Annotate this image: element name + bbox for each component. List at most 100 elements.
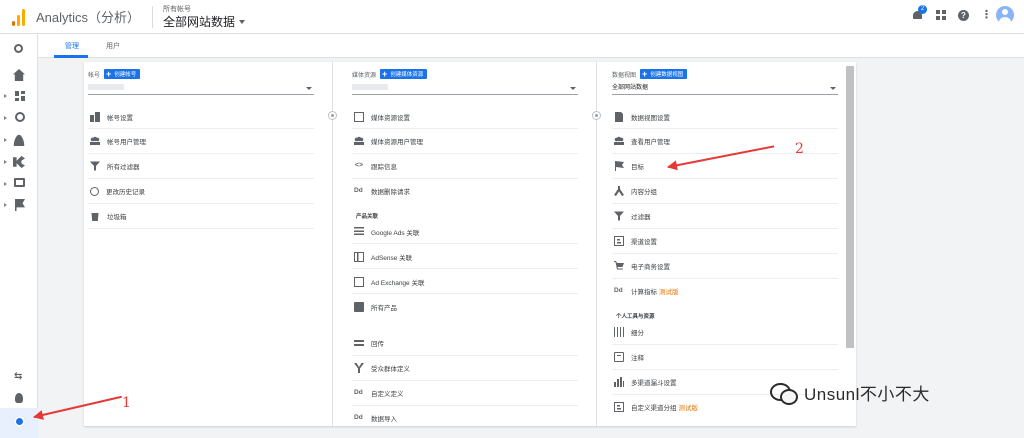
divider (88, 128, 314, 129)
divider (88, 153, 314, 154)
content-grouping-item[interactable]: 内容分组 (614, 184, 836, 198)
view-label: 数据视图 (612, 72, 637, 79)
expand-arrow-icon[interactable] (4, 182, 7, 186)
property-select[interactable] (352, 84, 578, 95)
expand-arrow-icon[interactable] (4, 94, 7, 98)
divider (612, 203, 838, 204)
expand-arrow-icon[interactable] (4, 116, 7, 120)
account-picker-value: 全部网站数据 (163, 16, 246, 28)
segments-icon (614, 327, 624, 337)
behavior-icon[interactable] (14, 178, 25, 187)
property-user-management-item[interactable]: 媒体资源用户管理 (354, 134, 576, 148)
view-filters-item[interactable]: 过滤器 (614, 209, 836, 223)
help-icon[interactable]: ? (958, 9, 969, 21)
account-user-management-item[interactable]: 帐号用户管理 (90, 134, 312, 148)
scrollbar[interactable] (846, 66, 854, 348)
audience-person-icon[interactable] (13, 134, 25, 146)
account-picker[interactable]: 所有帐号 全部网站数据 (163, 5, 246, 28)
expand-arrow-icon[interactable] (4, 138, 7, 142)
data-deletion-item[interactable]: Dd 数据删除请求 (354, 184, 576, 198)
create-account-button[interactable]: + 创建帐号 (104, 69, 141, 79)
all-filters-item[interactable]: 所有过滤器 (90, 159, 312, 173)
divider (88, 203, 314, 204)
dd-icon: Dd (614, 287, 623, 294)
view-select[interactable]: 全部网站数据 (612, 84, 838, 95)
change-history-item[interactable]: 更改历史记录 (90, 184, 312, 198)
divider (352, 380, 578, 381)
search-icon[interactable] (14, 44, 23, 53)
expand-arrow-icon[interactable] (4, 203, 7, 207)
more-options-icon[interactable]: ⋮ (981, 10, 992, 21)
home-icon[interactable] (13, 69, 25, 81)
annotations-item[interactable]: 注释 (614, 350, 836, 364)
beta-badge: 测试版 (678, 405, 699, 412)
postbacks-item[interactable]: 回传 (354, 336, 576, 350)
create-view-button[interactable]: + 创建数据视图 (640, 69, 688, 79)
realtime-clock-icon[interactable] (15, 112, 25, 122)
data-import-item[interactable]: Dd 数据导入 (354, 411, 576, 425)
divider (352, 268, 578, 269)
history-icon (90, 186, 99, 196)
active-tab-indicator (54, 55, 88, 58)
analytics-logo-icon[interactable] (12, 8, 26, 26)
divider (612, 278, 838, 279)
watermark: Unsunl不小不大 (770, 380, 930, 405)
tab-admin[interactable]: 管理 (65, 41, 79, 51)
create-property-button[interactable]: + 创建媒体资源 (380, 69, 428, 79)
account-column: 帐号 + 创建帐号 帐号设置 帐号用户管理 所有过滤器 更改历史记录 垃圾箱 (84, 62, 314, 426)
code-icon: <> (354, 162, 364, 169)
column-link-icon (592, 111, 601, 120)
top-bar: Analytics（分析） 所有帐号 全部网站数据 2 ? ⋮ (0, 0, 1024, 34)
acquisition-icon[interactable] (13, 156, 25, 168)
segments-item[interactable]: 细分 (614, 325, 836, 339)
adsense-link-item[interactable]: AdSense 关联 (354, 250, 576, 264)
channel-settings-item[interactable]: 渠道设置 (614, 234, 836, 248)
account-settings-item[interactable]: 帐号设置 (90, 110, 312, 124)
annotation-number-1: 1 (122, 395, 131, 411)
view-settings-item[interactable]: 数据视图设置 (614, 110, 836, 124)
attribution-icon[interactable]: ⇆ (14, 371, 26, 383)
account-select[interactable] (88, 84, 314, 95)
trash-icon (91, 213, 99, 221)
discover-bulb-icon[interactable] (15, 393, 23, 403)
goals-item[interactable]: 目标 (614, 159, 836, 173)
notification-badge: 2 (918, 5, 927, 14)
apps-grid-icon[interactable] (936, 10, 946, 20)
custom-definitions-item[interactable]: Dd 自定义定义 (354, 386, 576, 400)
bar-chart-icon (614, 377, 624, 387)
product-linking-section: 产品关联 (356, 214, 379, 220)
people-icon (90, 136, 100, 146)
tracking-info-item[interactable]: <> 跟踪信息 (354, 159, 576, 173)
divider (352, 293, 578, 294)
document-icon (615, 112, 623, 122)
divider (352, 178, 578, 179)
content-grouping-icon (614, 186, 624, 196)
dd-icon: Dd (354, 187, 363, 194)
google-ads-link-item[interactable]: Google Ads 关联 (354, 225, 576, 239)
side-nav: ⇆ (0, 34, 38, 438)
tab-users[interactable]: 用户 (106, 41, 120, 51)
building-icon (90, 112, 100, 122)
audience-definitions-item[interactable]: 受众群体定义 (354, 361, 576, 375)
divider (352, 405, 578, 406)
ecommerce-settings-item[interactable]: 电子商务设置 (614, 259, 836, 273)
account-picker-label: 所有帐号 (163, 5, 192, 13)
divider (612, 178, 838, 179)
calculated-metrics-item[interactable]: Dd 计算指标 测试版 (614, 284, 836, 298)
filter-icon (90, 161, 100, 171)
divider (612, 228, 838, 229)
view-column: 数据视图 + 创建数据视图 全部网站数据 数据视图设置 查看用户管理 目标 内容分… (608, 62, 838, 426)
notifications-icon[interactable]: 2 (912, 5, 927, 21)
ad-exchange-link-item[interactable]: Ad Exchange 关联 (354, 275, 576, 289)
property-settings-item[interactable]: 媒体资源设置 (354, 110, 576, 124)
trash-item[interactable]: 垃圾箱 (90, 209, 312, 223)
admin-gear-icon[interactable] (14, 416, 25, 427)
expand-arrow-icon[interactable] (4, 160, 7, 164)
avatar[interactable] (996, 6, 1014, 24)
chevron-down-icon (830, 87, 836, 90)
customization-icon[interactable] (15, 91, 25, 101)
conversions-flag-icon[interactable] (15, 199, 25, 211)
chevron-down-icon (570, 87, 576, 90)
property-label: 媒体资源 (352, 72, 377, 79)
all-products-item[interactable]: 所有产品 (354, 300, 576, 314)
